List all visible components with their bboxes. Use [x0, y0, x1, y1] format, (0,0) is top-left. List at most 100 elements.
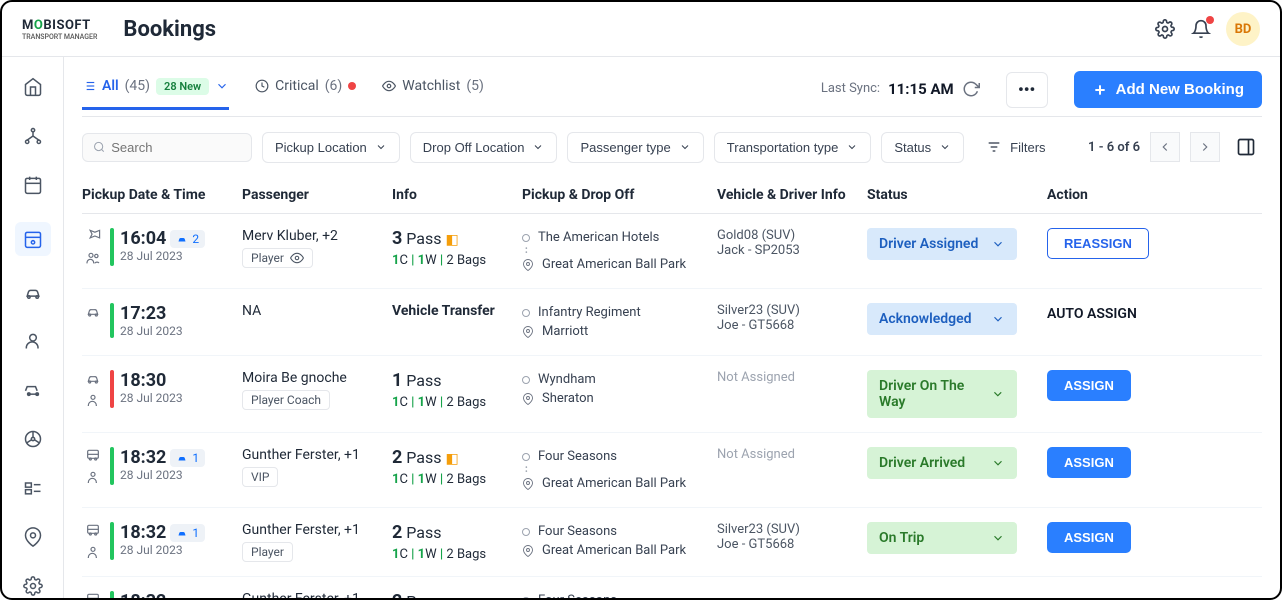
org-icon[interactable]: [20, 124, 46, 149]
wheel-icon[interactable]: [20, 427, 46, 452]
fleet-icon[interactable]: [20, 378, 46, 403]
passenger-name: Gunther Ferster, +1: [242, 522, 392, 538]
tab-watchlist[interactable]: Watchlist (5): [382, 78, 484, 109]
pickup-location: Four Seasons: [538, 524, 617, 539]
calendar-icon[interactable]: [20, 173, 46, 198]
role-chip: Player: [242, 248, 313, 268]
assign-button[interactable]: ASSIGN: [1047, 370, 1131, 401]
status-chip[interactable]: Driver Assigned: [867, 228, 1017, 260]
dropoff-location: Sheraton: [542, 391, 594, 406]
add-booking-button[interactable]: Add New Booking: [1074, 71, 1262, 108]
search-icon: [93, 140, 105, 154]
chevron-down-icon: [532, 141, 544, 153]
pickup-date: 28 Jul 2023: [120, 324, 183, 338]
dropoff-location: Great American Ball Park: [542, 257, 686, 272]
settings-icon[interactable]: [20, 573, 46, 598]
pickup-dot-icon: [522, 597, 530, 599]
col-info: Info: [392, 187, 522, 203]
pickup-dot-icon: [522, 309, 530, 317]
pickup-location: Four Seasons: [538, 449, 617, 464]
pickup-date: 28 Jul 2023: [120, 543, 205, 557]
bell-icon[interactable]: [1190, 18, 1212, 40]
driver-name: Jack - SP2053: [717, 243, 867, 258]
filter-dropoff[interactable]: Drop Off Location: [410, 132, 558, 163]
status-label: Driver On The Way: [879, 378, 991, 410]
sync-label: Last Sync:: [821, 81, 880, 96]
reassign-button[interactable]: REASSIGN: [1047, 228, 1149, 259]
pickup-location: Wyndham: [538, 372, 596, 387]
dropoff-location: Marriott: [542, 324, 588, 339]
tabs-row: All (45) 28 New Critical (6) Watchlist (…: [82, 57, 1262, 117]
dispatch-icon[interactable]: [20, 475, 46, 500]
map-pin-icon[interactable]: [20, 524, 46, 549]
info-pass: 1 Pass: [392, 370, 522, 391]
filter-transport-type[interactable]: Transportation type: [714, 132, 872, 163]
bookings-icon[interactable]: [15, 222, 51, 256]
passenger-name: NA: [242, 303, 392, 319]
page-title: Bookings: [123, 17, 216, 42]
role-chip: Player Coach: [242, 390, 330, 410]
home-icon[interactable]: [20, 75, 46, 100]
table-row[interactable]: 16:042 28 Jul 2023 Merv Kluber, +2Player…: [82, 214, 1262, 289]
pickup-location: Four Seasons: [538, 593, 617, 598]
filter-pickup[interactable]: Pickup Location: [262, 132, 400, 163]
col-vehicle: Vehicle & Driver Info: [717, 187, 867, 203]
tab-all[interactable]: All (45) 28 New: [82, 78, 229, 110]
status-label: On Trip: [879, 530, 924, 546]
vehicle-na: Not Assigned: [717, 370, 795, 385]
filter-passenger-type[interactable]: Passenger type: [567, 132, 703, 163]
tab-all-label: All: [102, 78, 119, 94]
col-status: Status: [867, 187, 1047, 203]
car-icon[interactable]: [20, 280, 46, 305]
status-chip[interactable]: Driver Arrived: [867, 447, 1017, 479]
filter-icon: [986, 139, 1002, 155]
next-page-button[interactable]: [1190, 132, 1220, 162]
prev-page-button[interactable]: [1150, 132, 1180, 162]
flag-icon: ◧: [446, 232, 459, 248]
layout-toggle-button[interactable]: [1230, 131, 1262, 163]
sidebar: [2, 57, 64, 598]
passenger-name: Gunther Ferster, +1: [242, 447, 392, 463]
pickup-date: 28 Jul 2023: [120, 391, 183, 405]
table-row[interactable]: 18:321 28 Jul 2023 Gunther Ferster, +1VI…: [82, 433, 1262, 508]
dropoff-pin-icon: [522, 326, 534, 338]
assign-button[interactable]: ASSIGN: [1047, 447, 1131, 478]
pickup-time: 16:04: [120, 228, 166, 249]
status-label: Driver Assigned: [879, 236, 978, 252]
person-icon[interactable]: [20, 329, 46, 354]
vehicle-count-chip: 1: [170, 524, 205, 542]
status-chip[interactable]: Acknowledged: [867, 303, 1017, 335]
chevron-down-icon: [679, 141, 691, 153]
gear-icon[interactable]: [1154, 18, 1176, 40]
search-field[interactable]: [111, 140, 241, 155]
filters-button[interactable]: Filters: [974, 132, 1057, 162]
info-pass: 2 Pass ◧: [392, 447, 522, 468]
table-header: Pickup Date & Time Passenger Info Pickup…: [82, 177, 1262, 214]
assign-button[interactable]: ASSIGN: [1047, 522, 1131, 553]
vehicle-na: Not Assigned: [717, 447, 795, 462]
pickup-time: 17:23: [120, 303, 166, 324]
pickup-time: 18:32: [120, 591, 166, 598]
refresh-icon[interactable]: [962, 80, 980, 98]
search-input[interactable]: [82, 133, 252, 162]
table-row[interactable]: 17:23 28 Jul 2023 NAVehicle Transfer Inf…: [82, 289, 1262, 356]
info-bags: 1C | 1W | 2 Bags: [392, 472, 522, 487]
table-row[interactable]: 18:32 Gunther Ferster, +1 2 Pass Four Se…: [82, 577, 1262, 598]
role-chip: VIP: [242, 467, 278, 487]
table-row[interactable]: 18:321 28 Jul 2023 Gunther Ferster, +1Pl…: [82, 508, 1262, 577]
tab-all-count: (45): [125, 78, 150, 94]
pagination-info: 1 - 6 of 6: [1088, 140, 1140, 155]
pickup-location: The American Hotels: [538, 230, 659, 245]
status-label: Acknowledged: [879, 311, 972, 327]
chevron-down-icon: [375, 141, 387, 153]
avatar[interactable]: BD: [1226, 12, 1260, 46]
table-row[interactable]: 18:30 28 Jul 2023 Moira Be gnochePlayer …: [82, 356, 1262, 433]
pickup-dot-icon: [522, 376, 530, 384]
tab-critical[interactable]: Critical (6): [255, 78, 356, 109]
pickup-time: 18:30: [120, 370, 166, 391]
filter-status[interactable]: Status: [881, 132, 964, 163]
status-chip[interactable]: On Trip: [867, 522, 1017, 554]
status-chip[interactable]: Driver On The Way: [867, 370, 1017, 418]
more-button[interactable]: •••: [1006, 72, 1048, 108]
tab-watch-count: (5): [466, 78, 484, 94]
